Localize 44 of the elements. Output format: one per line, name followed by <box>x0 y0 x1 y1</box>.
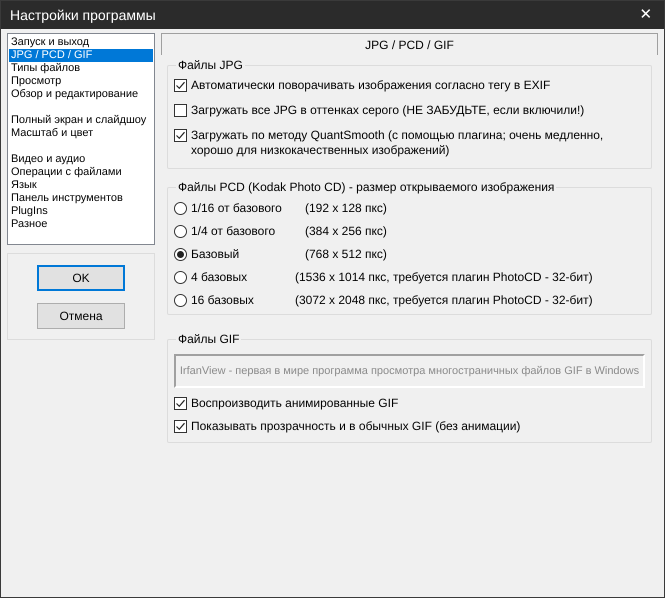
list-item[interactable]: Обзор и редактирование <box>9 88 153 101</box>
list-item[interactable]: Разное <box>9 218 153 231</box>
option-label: 1/16 от базового <box>191 200 283 217</box>
close-button[interactable]: ✕ <box>628 1 664 29</box>
list-item[interactable]: Масштаб и цвет <box>9 127 153 140</box>
option-label: Загружать по методу QuantSmooth (с помощью плагина; очень медленно, хорошо для низкокачественных изображений) <box>191 128 604 158</box>
radio-button[interactable] <box>174 294 187 306</box>
list-item[interactable]: PlugIns <box>9 205 153 218</box>
list-item[interactable]: Видео и аудио <box>9 153 153 166</box>
checkbox[interactable] <box>174 397 187 410</box>
list-item[interactable]: Запуск и выход <box>9 36 153 49</box>
dialog-button[interactable]: Отмена <box>37 302 125 328</box>
size-detail: (768 x 512 пкс) <box>305 246 387 263</box>
option-label: Базовый <box>191 246 240 263</box>
size-detail: (192 x 128 пкс) <box>305 200 387 217</box>
option-label: Загружать все JPG в оттенках серого (НЕ ЗАБУДЬТЕ, если включили!) <box>191 103 584 118</box>
list-item[interactable]: Полный экран и слайдшоу <box>9 114 153 127</box>
radio-button[interactable] <box>174 248 187 260</box>
list-item[interactable]: Типы файлов <box>9 62 153 75</box>
list-item[interactable]: JPG / PCD / GIF <box>9 49 153 62</box>
size-detail: (1536 x 1014 пкс, требуется плагин PhotoCD - 32-бит) <box>295 269 593 286</box>
option-label: Показывать прозрачность и в обычных GIF (без анимации) <box>191 419 520 434</box>
list-item[interactable]: Операции с файлами <box>9 166 153 179</box>
list-item[interactable]: Просмотр <box>9 75 153 88</box>
checkbox[interactable] <box>174 79 187 92</box>
option-label: Воспроизводить анимированные GIF <box>191 396 398 411</box>
checkbox[interactable] <box>174 420 187 433</box>
radio-button[interactable] <box>174 224 187 238</box>
option-label: 16 базовых <box>191 292 255 309</box>
checkbox[interactable] <box>174 129 187 142</box>
size-detail: (3072 x 2048 пкс, требуется плагин PhotoCD - 32-бит) <box>295 292 593 309</box>
list-item[interactable]: Язык <box>9 179 153 192</box>
option-label: 1/4 от базового <box>191 223 276 240</box>
list-item[interactable]: Панель инструментов <box>9 192 153 205</box>
radio-button[interactable] <box>174 202 187 214</box>
dialog-button[interactable]: OK <box>37 264 125 290</box>
checkbox[interactable] <box>174 104 187 117</box>
page-header: JPG / PCD / GIF <box>161 33 658 55</box>
window-title: Настройки программы <box>10 6 156 25</box>
size-detail: (384 x 256 пкс) <box>305 223 387 240</box>
group-title: Файлы PCD (Kodak Photo CD) - размер открываемого изображения <box>176 179 556 195</box>
option-label: 4 базовых <box>191 269 248 286</box>
radio-button[interactable] <box>174 270 187 284</box>
option-label: Автоматически поворачивать изображения согласно тегу в EXIF <box>191 78 550 93</box>
